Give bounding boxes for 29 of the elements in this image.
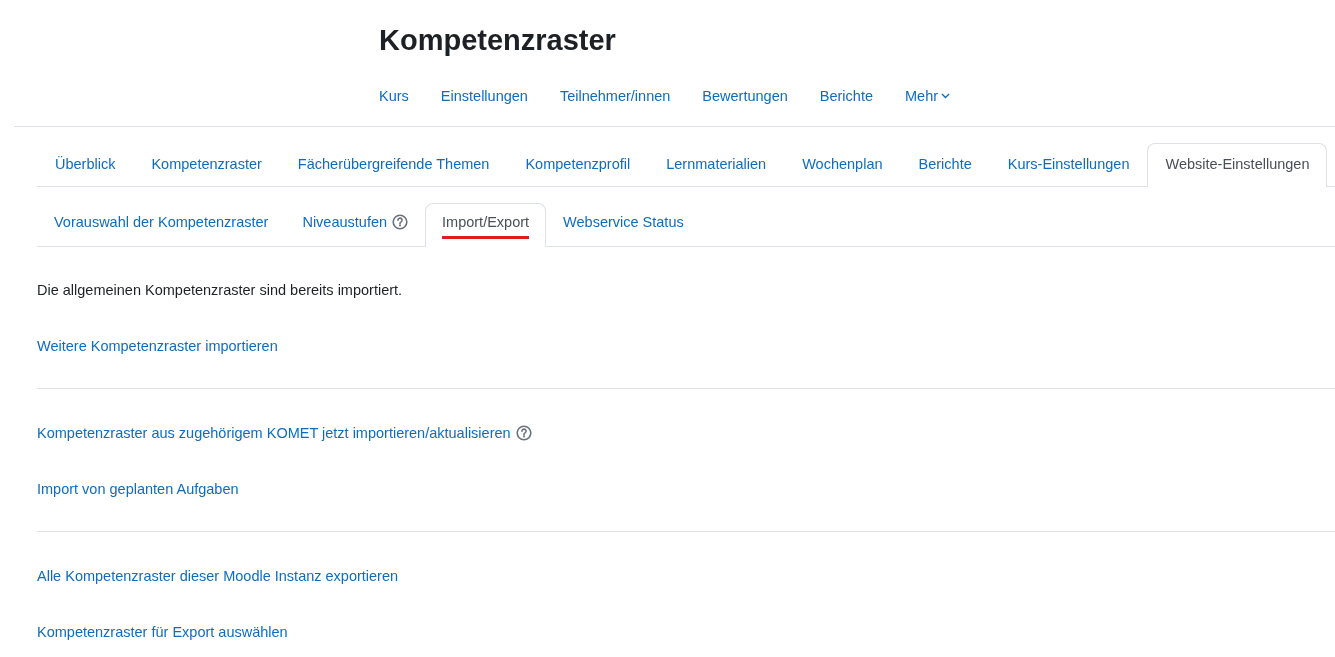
- link[interactable]: Weitere Kompetenzraster importieren: [37, 337, 278, 354]
- tab[interactable]: Kurs-Einstellungen: [989, 143, 1148, 188]
- course-nav-link[interactable]: Kurs: [379, 85, 409, 108]
- caret-icon: [941, 92, 951, 99]
- link[interactable]: Kompetenzraster aus zugehörigem KOMET jetzt importieren/aktualisieren: [37, 424, 511, 441]
- link[interactable]: Import von geplanten Aufgaben: [37, 480, 239, 497]
- tab[interactable]: Webservice Status: [546, 203, 701, 247]
- tab[interactable]: Lernmaterialien: [648, 143, 785, 188]
- course-nav-link[interactable]: Berichte: [819, 85, 873, 108]
- course-nav-link[interactable]: Teilnehmer/innen: [559, 85, 671, 108]
- tab[interactable]: Kompetenzprofil: [507, 143, 649, 188]
- tab[interactable]: Kompetenzraster: [133, 143, 280, 188]
- tab[interactable]: Website-Einstellungen: [1147, 143, 1328, 188]
- tab[interactable]: Wochenplan: [784, 143, 901, 188]
- tab[interactable]: Überblick: [37, 143, 134, 188]
- help-icon[interactable]: [515, 424, 532, 441]
- course-nav-link[interactable]: Bewertungen: [702, 85, 788, 108]
- tab[interactable]: Berichte: [900, 143, 990, 188]
- page-title: Kompetenzraster: [379, 23, 617, 58]
- dropdown-menu-link[interactable]: Mehr: [905, 85, 951, 108]
- help-icon[interactable]: [392, 214, 409, 231]
- link[interactable]: Alle Kompetenzraster dieser Moodle Instanz exportieren: [37, 567, 399, 584]
- link[interactable]: Kompetenzraster für Export auswählen: [37, 623, 288, 640]
- tab[interactable]: Import/Export: [425, 203, 547, 247]
- tab[interactable]: Vorauswahl der Kompetenzraster: [37, 203, 286, 247]
- tab[interactable]: Niveaustufen: [285, 203, 426, 247]
- course-nav-link[interactable]: Einstellungen: [440, 85, 528, 108]
- tab[interactable]: Fächerübergreifende Themen: [279, 143, 508, 188]
- status-text: Die allgemeinen Kompetenzraster sind bereits importiert.: [37, 281, 403, 298]
